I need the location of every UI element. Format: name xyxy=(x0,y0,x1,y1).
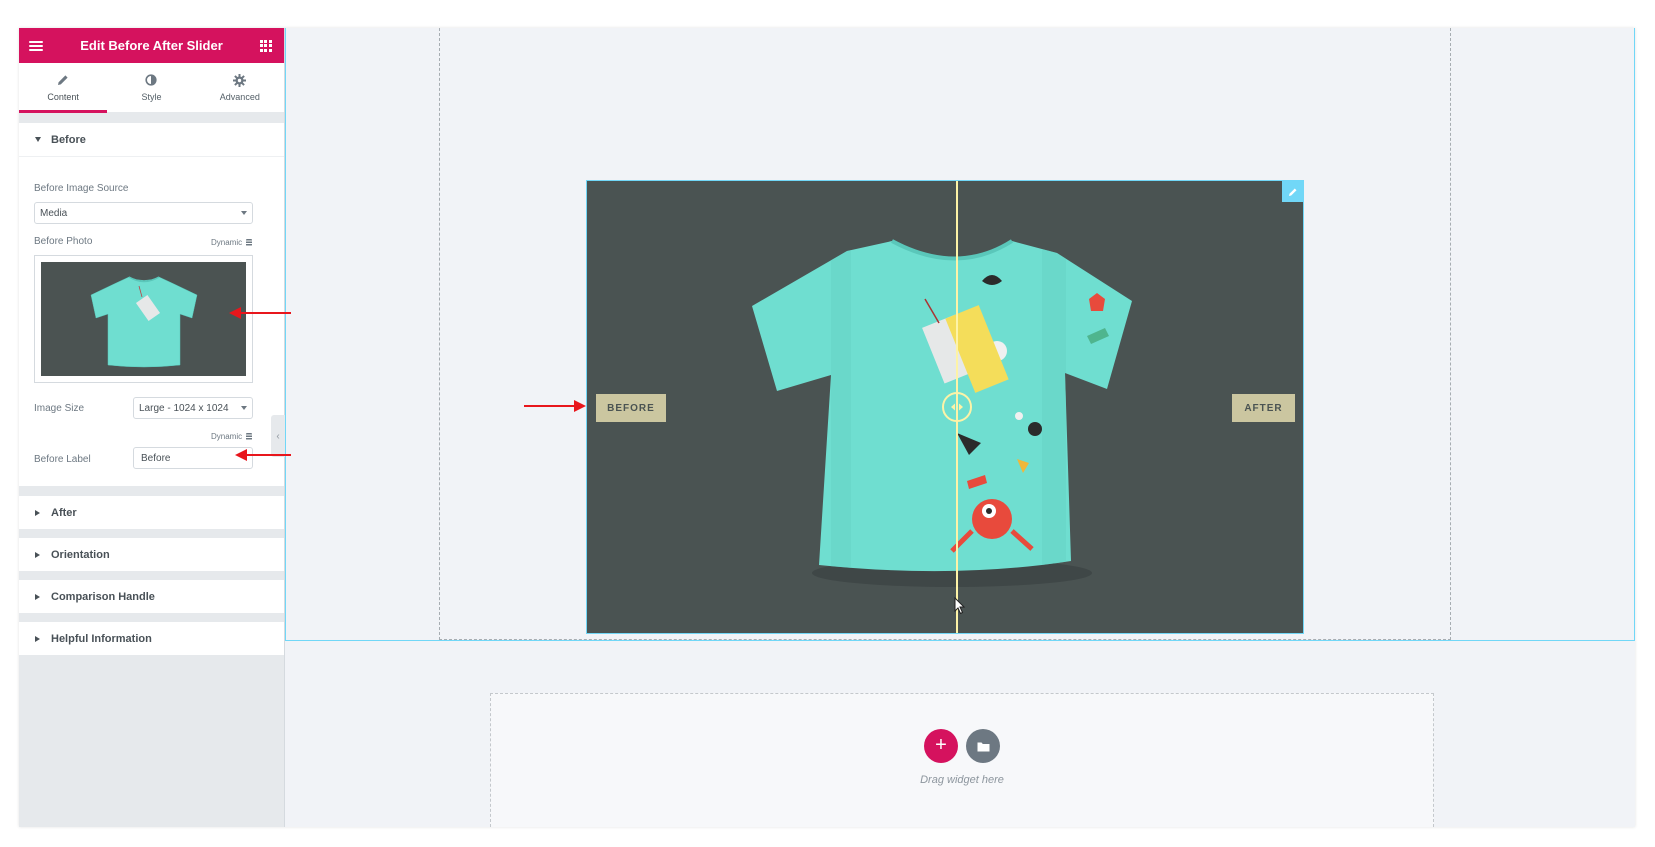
tab-advanced[interactable]: Advanced xyxy=(196,63,284,112)
section-helpful-information-title: Helpful Information xyxy=(51,632,152,645)
caret-right-icon xyxy=(35,593,40,600)
section-comparison-handle: Comparison Handle xyxy=(19,580,284,613)
before-after-slider-widget[interactable]: BEFORE AFTER xyxy=(586,180,1304,634)
tab-style[interactable]: Style xyxy=(107,63,195,112)
section-before-body: Before Image Source Media Before Photo D… xyxy=(19,156,284,486)
section-comparison-handle-title: Comparison Handle xyxy=(51,590,155,603)
before-photo-picker[interactable] xyxy=(34,255,253,383)
image-source-label: Before Image Source xyxy=(34,183,129,194)
pencil-icon xyxy=(1288,188,1296,196)
editor-window: Edit Before After Slider Content Style A… xyxy=(19,28,1635,827)
dropdown-arrow-icon xyxy=(241,211,247,215)
annotation-arrow-before-badge xyxy=(524,400,586,412)
database-icon xyxy=(246,239,253,246)
editor-panel: Edit Before After Slider Content Style A… xyxy=(19,28,285,827)
section-orientation: Orientation xyxy=(19,538,284,571)
section-after: After xyxy=(19,496,284,529)
pencil-icon xyxy=(57,74,69,89)
drop-hint-text: Drag widget here xyxy=(920,774,1004,786)
panel-title: Edit Before After Slider xyxy=(80,38,223,53)
annotation-arrow-label xyxy=(235,449,291,461)
caret-right-icon xyxy=(35,509,40,516)
image-size-label: Image Size xyxy=(34,403,85,414)
add-section-button[interactable]: + xyxy=(924,729,958,763)
preview-canvas: BEFORE AFTER + Drag widget here xyxy=(285,28,1635,827)
panel-tabs: Content Style Advanced xyxy=(19,63,284,113)
section-after-toggle[interactable]: After xyxy=(19,496,284,529)
section-orientation-title: Orientation xyxy=(51,548,110,561)
section-after-title: After xyxy=(51,506,77,519)
before-label-label: Before Label xyxy=(34,454,91,465)
widgets-grid-icon[interactable] xyxy=(259,39,272,52)
arrows-left-right-icon xyxy=(951,403,963,411)
tab-content-label: Content xyxy=(47,91,79,102)
caret-down-icon xyxy=(35,137,41,142)
dynamic-tags-button-2[interactable]: Dynamic xyxy=(211,432,253,441)
section-orientation-toggle[interactable]: Orientation xyxy=(19,538,284,571)
comparison-handle[interactable] xyxy=(942,392,972,422)
collapse-panel-button[interactable]: ‹ xyxy=(271,415,285,457)
before-photo-thumbnail xyxy=(41,262,246,376)
caret-right-icon xyxy=(35,635,40,642)
after-badge: AFTER xyxy=(1232,394,1295,422)
gear-icon xyxy=(233,73,247,89)
half-circle-icon xyxy=(145,73,158,89)
tab-style-label: Style xyxy=(141,91,162,102)
annotation-arrow-photo xyxy=(229,307,291,319)
menu-icon[interactable] xyxy=(29,40,43,51)
chevron-left-icon: ‹ xyxy=(276,430,280,442)
add-section-drop-area[interactable]: + Drag widget here xyxy=(490,693,1434,827)
before-badge: BEFORE xyxy=(596,394,666,422)
caret-right-icon xyxy=(35,551,40,558)
image-size-value: Large - 1024 x 1024 xyxy=(139,402,229,414)
dynamic-label: Dynamic xyxy=(211,238,243,247)
tab-advanced-label: Advanced xyxy=(219,91,260,102)
panel-header: Edit Before After Slider xyxy=(19,28,284,63)
tshirt-thumbnail-image xyxy=(90,276,198,368)
image-size-select[interactable]: Large - 1024 x 1024 xyxy=(133,397,253,419)
section-before-title: Before xyxy=(51,133,86,146)
section-before-toggle[interactable]: Before xyxy=(19,123,284,156)
section-helpful-information: Helpful Information xyxy=(19,622,284,655)
section-before: Before Before Image Source Media Before … xyxy=(19,123,284,486)
dynamic-label-2: Dynamic xyxy=(211,432,243,441)
section-comparison-handle-toggle[interactable]: Comparison Handle xyxy=(19,580,284,613)
add-template-button[interactable] xyxy=(966,729,1000,763)
image-source-value: Media xyxy=(40,207,68,219)
section-helpful-information-toggle[interactable]: Helpful Information xyxy=(19,622,284,655)
mouse-cursor-icon xyxy=(954,597,966,615)
before-photo-label: Before Photo xyxy=(34,236,93,247)
dropdown-arrow-icon xyxy=(241,406,247,410)
database-icon xyxy=(246,433,253,440)
tab-content[interactable]: Content xyxy=(19,63,108,113)
dynamic-tags-button[interactable]: Dynamic xyxy=(211,238,253,247)
image-source-select[interactable]: Media xyxy=(34,202,253,224)
folder-icon xyxy=(977,742,989,751)
edit-widget-button[interactable] xyxy=(1282,181,1303,202)
